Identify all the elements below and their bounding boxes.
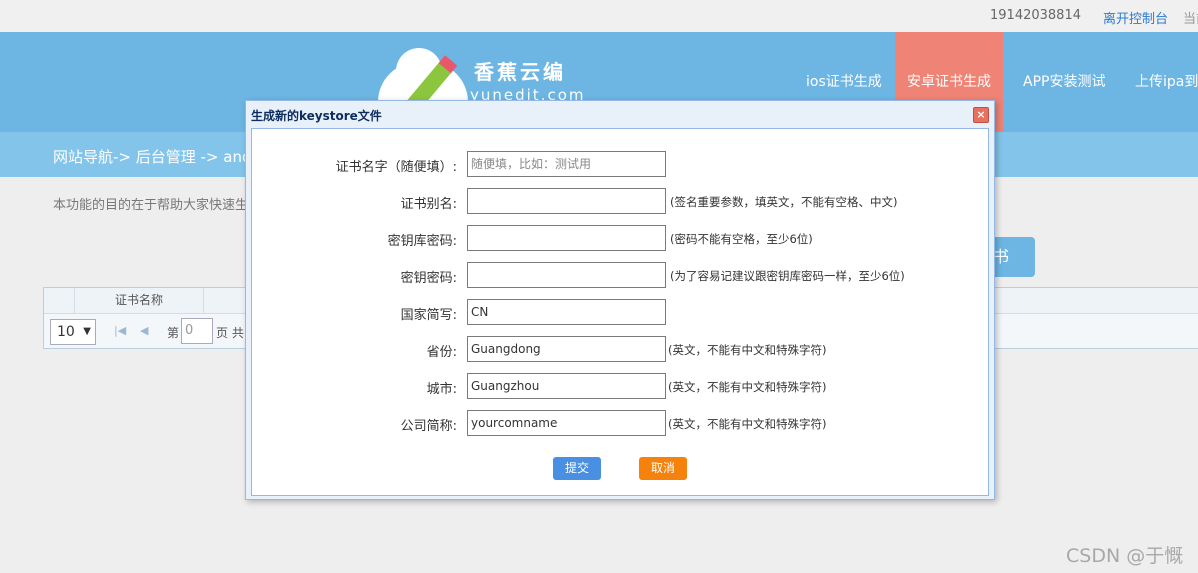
field-company: 公司简称: (英文，不能有中文和特殊字符) [252, 410, 988, 436]
breadcrumb: 网站导航-> 后台管理 -> and [53, 148, 252, 166]
submit-button[interactable]: 提交 [553, 457, 601, 480]
field-label: 密钥库密码: [387, 234, 457, 249]
top-bar: 19142038814 离开控制台 当前 [0, 0, 1198, 32]
field-hint: (为了容易记建议跟密钥库密码一样，至少6位) [670, 269, 905, 283]
dialog-title: 生成新的keystore文件 [251, 109, 382, 123]
dialog-body: 证书名字（随便填）: 证书别名: (签名重要参数，填英文，不能有空格、中文) 密… [251, 128, 989, 496]
field-province: 省份: (英文，不能有中文和特殊字符) [252, 336, 988, 362]
keystore-dialog: 生成新的keystore文件 × 证书名字（随便填）: 证书别名: (签名重要参… [245, 100, 995, 500]
company-input[interactable] [467, 410, 666, 436]
cert-alias-input[interactable] [467, 188, 666, 214]
field-label: 城市: [426, 382, 457, 397]
column-cert-name[interactable]: 证书名称 [75, 288, 204, 313]
watermark: CSDN @于慨 [1066, 545, 1184, 567]
field-label: 证书别名: [400, 197, 457, 212]
chevron-down-icon: ▼ [83, 326, 91, 337]
current-label: 当前 [1183, 12, 1198, 27]
logo-name: 香蕉云编 [474, 60, 566, 84]
field-country: 国家简写: [252, 299, 988, 325]
field-label: 省份: [426, 345, 457, 360]
cert-name-input[interactable] [467, 151, 666, 177]
field-hint: (英文，不能有中文和特殊字符) [668, 417, 827, 431]
field-hint: (英文，不能有中文和特殊字符) [668, 380, 827, 394]
page-suffix: 页 共 [216, 326, 244, 340]
page-number-input[interactable]: 0 [181, 318, 213, 344]
field-hint: (签名重要参数，填英文，不能有空格、中文) [670, 195, 898, 209]
prev-page-icon[interactable]: ◀ [140, 324, 148, 337]
field-keystore-password: 密钥库密码: (密码不能有空格，至少6位) [252, 225, 988, 251]
page-prefix: 第 [167, 326, 180, 340]
field-city: 城市: (英文，不能有中文和特殊字符) [252, 373, 988, 399]
leave-console-link[interactable]: 离开控制台 [1103, 8, 1168, 27]
field-hint: (密码不能有空格，至少6位) [670, 232, 813, 246]
cancel-button[interactable]: 取消 [639, 457, 687, 480]
field-cert-alias: 证书别名: (签名重要参数，填英文，不能有空格、中文) [252, 188, 988, 214]
nav-upload-ipa[interactable]: 上传ipa到a [1135, 32, 1198, 132]
page-size-value: 10 [57, 324, 75, 340]
first-page-icon[interactable]: |◀ [114, 324, 126, 337]
field-hint: (英文，不能有中文和特殊字符) [668, 343, 827, 357]
user-phone: 19142038814 [990, 8, 1081, 23]
key-password-input[interactable] [467, 262, 666, 288]
country-input[interactable] [467, 299, 666, 325]
page-description: 本功能的目的在于帮助大家快速生 [53, 198, 249, 213]
field-key-password: 密钥密码: (为了容易记建议跟密钥库密码一样，至少6位) [252, 262, 988, 288]
table-header-checkbox-cell [44, 288, 75, 313]
field-label: 公司简称: [400, 419, 457, 434]
close-icon[interactable]: × [973, 107, 989, 123]
page-size-select[interactable]: 10 ▼ [50, 319, 96, 345]
page: 19142038814 离开控制台 当前 香蕉云编 yunedit.com io… [0, 0, 1198, 573]
nav-app-install-test[interactable]: APP安装测试 [1023, 32, 1105, 132]
field-label: 证书名字（随便填）: [335, 160, 457, 175]
field-cert-name: 证书名字（随便填）: [252, 151, 988, 177]
field-label: 国家简写: [400, 308, 457, 323]
city-input[interactable] [467, 373, 666, 399]
keystore-password-input[interactable] [467, 225, 666, 251]
province-input[interactable] [467, 336, 666, 362]
field-label: 密钥密码: [400, 271, 457, 286]
